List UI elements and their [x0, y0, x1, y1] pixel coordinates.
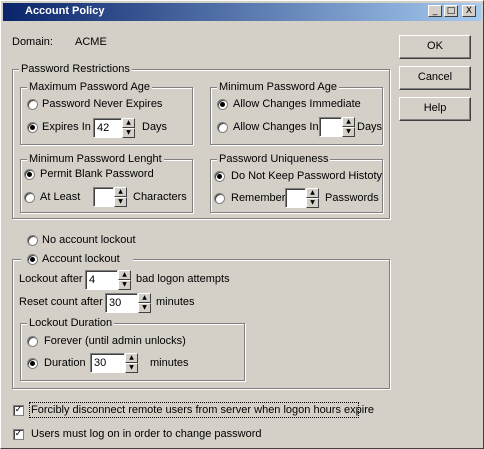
at-least-spinner[interactable]: ▲ ▼	[93, 187, 127, 207]
must-logon-checkbox[interactable]: ✓	[13, 429, 24, 440]
window-title: Account Policy	[25, 5, 105, 17]
spin-down-icon[interactable]: ▼	[114, 197, 127, 207]
at-least-label: At Least	[40, 191, 81, 203]
title-bar[interactable]: Account Policy _ □ X	[3, 3, 481, 21]
maximize-button[interactable]: □	[444, 5, 458, 17]
spin-up-icon[interactable]: ▲	[114, 187, 127, 197]
ok-button[interactable]: OK	[399, 35, 471, 59]
do-not-keep-history-label: Do Not Keep Password Histoty	[231, 170, 383, 182]
account-lockout-radio[interactable]	[27, 254, 38, 265]
lockout-after-value[interactable]: 4	[85, 270, 118, 290]
remember-radio[interactable]	[214, 193, 225, 204]
must-logon-label: Users must log on in order to change pas…	[31, 428, 262, 440]
spin-down-icon[interactable]: ▼	[138, 303, 151, 313]
allow-changes-immediate-label: Allow Changes Immediate	[233, 98, 361, 110]
allow-changes-in-value[interactable]	[319, 117, 342, 137]
at-least-radio[interactable]	[24, 192, 35, 203]
passwords-label: Passwords	[325, 192, 379, 204]
min-password-length-title: Minimum Password Lenght	[27, 153, 164, 165]
allow-changes-in-radio[interactable]	[217, 122, 228, 133]
help-button[interactable]: Help	[399, 97, 471, 121]
lockout-duration-title: Lockout Duration	[27, 317, 115, 329]
forcibly-disconnect-label: Forcibly disconnect remote users from se…	[31, 404, 374, 416]
spin-down-icon[interactable]: ▼	[306, 198, 319, 208]
spin-down-icon[interactable]: ▼	[122, 128, 135, 138]
bad-logon-label: bad logon attempts	[136, 273, 230, 285]
account-policy-dialog: Account Policy _ □ X Domain: ACME OK Can…	[0, 0, 484, 449]
no-account-lockout-radio[interactable]	[27, 235, 38, 246]
remember-value[interactable]	[285, 188, 306, 208]
expires-in-spinner[interactable]: 42 ▲ ▼	[93, 118, 135, 138]
reset-count-label: Reset count after	[19, 296, 103, 308]
spin-down-icon[interactable]: ▼	[342, 127, 355, 137]
forcibly-disconnect-checkbox[interactable]: ✓	[13, 405, 24, 416]
duration-label: Duration	[44, 357, 86, 369]
remember-label: Remember	[231, 192, 286, 204]
spin-up-icon[interactable]: ▲	[138, 293, 151, 303]
expires-in-value[interactable]: 42	[93, 118, 122, 138]
allow-changes-in-spinner[interactable]: ▲ ▼	[319, 117, 355, 137]
spin-up-icon[interactable]: ▲	[125, 353, 138, 363]
spin-up-icon[interactable]: ▲	[342, 117, 355, 127]
password-never-expires-radio[interactable]	[27, 99, 38, 110]
lockout-after-spinner[interactable]: 4 ▲ ▼	[85, 270, 131, 290]
spin-up-icon[interactable]: ▲	[306, 188, 319, 198]
spin-up-icon[interactable]: ▲	[118, 270, 131, 280]
permit-blank-password-label: Permit Blank Password	[40, 168, 154, 180]
domain-value: ACME	[75, 36, 107, 48]
remember-spinner[interactable]: ▲ ▼	[285, 188, 319, 208]
expires-in-label: Expires In	[42, 121, 91, 133]
duration-radio[interactable]	[27, 358, 38, 369]
cancel-button[interactable]: Cancel	[399, 66, 471, 90]
spin-up-icon[interactable]: ▲	[122, 118, 135, 128]
duration-minutes-label: minutes	[150, 357, 189, 369]
spin-down-icon[interactable]: ▼	[125, 363, 138, 373]
reset-count-spinner[interactable]: 30 ▲ ▼	[105, 293, 151, 313]
duration-value[interactable]: 30	[90, 353, 125, 373]
do-not-keep-history-radio[interactable]	[214, 171, 225, 182]
at-least-value[interactable]	[93, 187, 114, 207]
account-lockout-label: Account lockout	[42, 253, 120, 265]
forever-label: Forever (until admin unlocks)	[44, 335, 186, 347]
reset-count-value[interactable]: 30	[105, 293, 138, 313]
permit-blank-password-radio[interactable]	[24, 169, 35, 180]
min-password-age-group: Minimum Password Age	[210, 81, 383, 145]
forever-radio[interactable]	[27, 336, 38, 347]
lockout-after-label: Lockout after	[19, 273, 83, 285]
reset-minutes-label: minutes	[156, 296, 195, 308]
duration-spinner[interactable]: 30 ▲ ▼	[90, 353, 138, 373]
domain-label: Domain:	[12, 36, 53, 48]
characters-label: Characters	[133, 191, 187, 203]
allow-changes-days-label: Days	[357, 121, 383, 133]
no-account-lockout-label: No account lockout	[42, 234, 136, 246]
password-restrictions-title: Password Restrictions	[19, 63, 132, 75]
spin-down-icon[interactable]: ▼	[118, 280, 131, 290]
minimize-button[interactable]: _	[428, 5, 442, 17]
expires-in-radio[interactable]	[27, 122, 38, 133]
max-password-age-title: Maximum Password Age	[27, 81, 153, 93]
expires-days-label: Days	[142, 121, 168, 133]
allow-changes-in-label: Allow Changes In	[233, 121, 319, 133]
password-never-expires-label: Password Never Expires	[42, 98, 163, 110]
close-button[interactable]: X	[462, 5, 476, 17]
min-password-age-title: Minimum Password Age	[217, 81, 339, 93]
allow-changes-immediate-radio[interactable]	[217, 99, 228, 110]
password-uniqueness-title: Password Uniqueness	[217, 153, 331, 165]
